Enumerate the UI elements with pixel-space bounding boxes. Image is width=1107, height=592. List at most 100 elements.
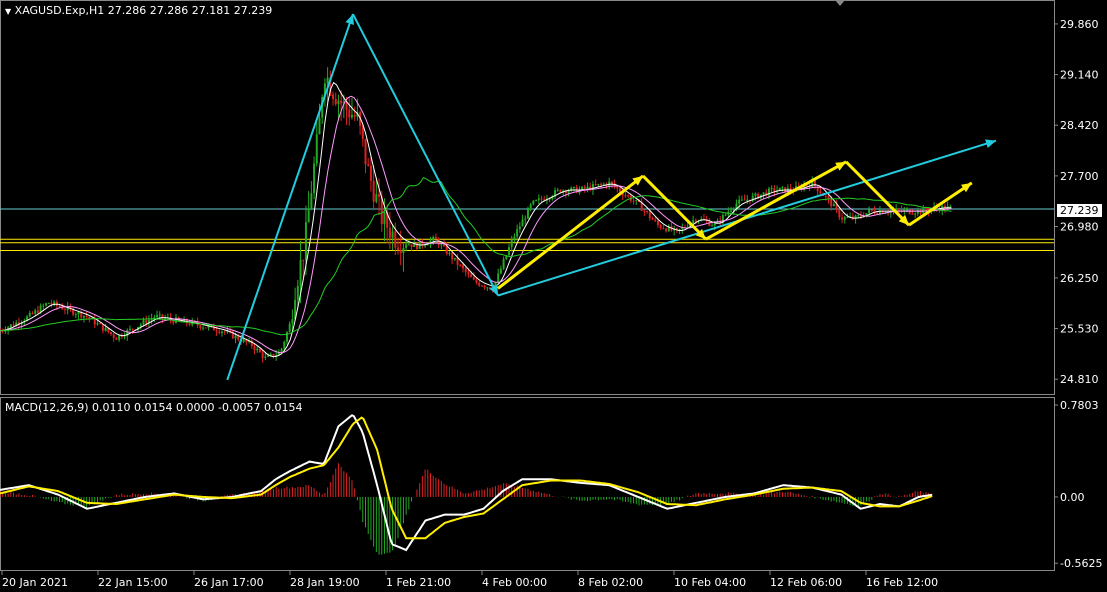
candle-body: [513, 236, 516, 240]
candle-body: [470, 273, 473, 278]
price-axis-label: 29.860: [1060, 18, 1099, 31]
candle-body: [99, 323, 102, 325]
candle-body: [464, 268, 467, 273]
candle-body: [678, 229, 681, 231]
candle-body: [711, 225, 714, 227]
candle-body: [616, 186, 619, 189]
candle-body: [288, 323, 291, 333]
trend-line-segment: [352, 13, 499, 296]
candle-body: [448, 252, 451, 254]
candle-body: [624, 195, 627, 197]
candle-body: [497, 273, 500, 283]
candle-body: [158, 314, 161, 316]
candle-body: [662, 227, 665, 229]
candle-body: [819, 191, 822, 194]
candle-body: [643, 210, 646, 212]
candle-body: [258, 348, 261, 353]
candle-body: [868, 209, 871, 214]
candle-body: [451, 252, 454, 260]
candle-body: [42, 305, 45, 307]
candle-body: [870, 209, 873, 211]
candle-body: [887, 213, 890, 215]
candle-body: [340, 100, 343, 104]
candle-body: [586, 186, 589, 189]
candle-body: [88, 316, 91, 319]
time-axis-label: 12 Feb 06:00: [770, 576, 842, 589]
candle-body: [299, 259, 302, 286]
candle-body: [96, 323, 99, 325]
candle-body: [318, 117, 321, 135]
candle-body: [9, 324, 12, 328]
ma-fast-line: [0, 81, 952, 358]
candle-body: [432, 237, 435, 241]
candle-body: [202, 327, 205, 329]
candle-body: [326, 77, 329, 84]
candle-body: [36, 310, 39, 313]
macd-axis-label: 0.7803: [1060, 399, 1099, 412]
candle-body: [348, 109, 351, 118]
candle-body: [832, 204, 835, 207]
dropdown-triangle-icon[interactable]: ▼: [5, 7, 11, 16]
time-axis-label: 22 Jan 15:00: [98, 576, 168, 589]
candle-body: [47, 302, 50, 304]
candle-body: [743, 199, 746, 201]
candle-body: [746, 199, 749, 201]
price-axis-label: 27.700: [1060, 170, 1099, 183]
candle-body: [410, 244, 413, 248]
time-axis-label: 1 Feb 21:00: [386, 576, 451, 589]
candle-body: [857, 215, 860, 217]
candle-body: [846, 217, 849, 219]
candle-body: [34, 310, 37, 314]
candle-body: [651, 218, 654, 220]
price-axis-label: 28.420: [1060, 119, 1099, 132]
candle-body: [234, 335, 237, 339]
candle-body: [296, 285, 299, 300]
time-axis-label: 20 Jan 2021: [2, 576, 68, 589]
candle-body: [876, 213, 879, 215]
candle-body: [440, 244, 443, 246]
candle-body: [516, 229, 519, 237]
candle-body: [914, 213, 917, 215]
candle-body: [526, 208, 529, 219]
candle-body: [334, 98, 337, 105]
candle-body: [45, 303, 48, 306]
candle-body: [353, 114, 356, 117]
candle-body: [204, 327, 207, 329]
candle-body: [911, 213, 914, 215]
candle-body: [307, 209, 310, 223]
symbol-header: ▼ XAGUSD.Exp,H1 27.286 27.286 27.181 27.…: [5, 4, 272, 17]
candle-body: [597, 183, 600, 186]
candle-body: [394, 231, 397, 248]
candle-body: [283, 341, 286, 349]
candle-body: [646, 210, 649, 213]
candle-body: [388, 227, 391, 238]
candle-body: [437, 239, 440, 246]
macd-main-line: [0, 414, 933, 552]
candle-body: [532, 200, 535, 205]
current-price-tag: 27.239: [1057, 204, 1102, 217]
candle-body: [405, 244, 408, 248]
candle-body: [156, 315, 159, 318]
candle-body: [77, 312, 80, 315]
ma-slow-line: [0, 176, 952, 336]
candle-body: [540, 198, 543, 200]
candle-body: [142, 320, 145, 325]
candle-body: [131, 328, 134, 330]
chart-shift-marker-icon: [835, 0, 845, 6]
candle-body: [919, 210, 922, 214]
candle-body: [104, 328, 107, 331]
candle-body: [397, 247, 400, 250]
candle-body: [916, 210, 919, 214]
candle-body: [843, 217, 846, 220]
candle-body: [692, 220, 695, 224]
candle-body: [115, 337, 118, 340]
time-axis-label: 4 Feb 00:00: [482, 576, 547, 589]
candle-body: [461, 265, 464, 269]
candle-body: [118, 335, 121, 340]
candle-body: [261, 352, 264, 358]
candle-body: [58, 305, 61, 307]
candle-body: [304, 222, 307, 261]
candle-body: [372, 180, 375, 202]
trend-line-segment: [908, 181, 973, 227]
candle-body: [724, 214, 727, 216]
